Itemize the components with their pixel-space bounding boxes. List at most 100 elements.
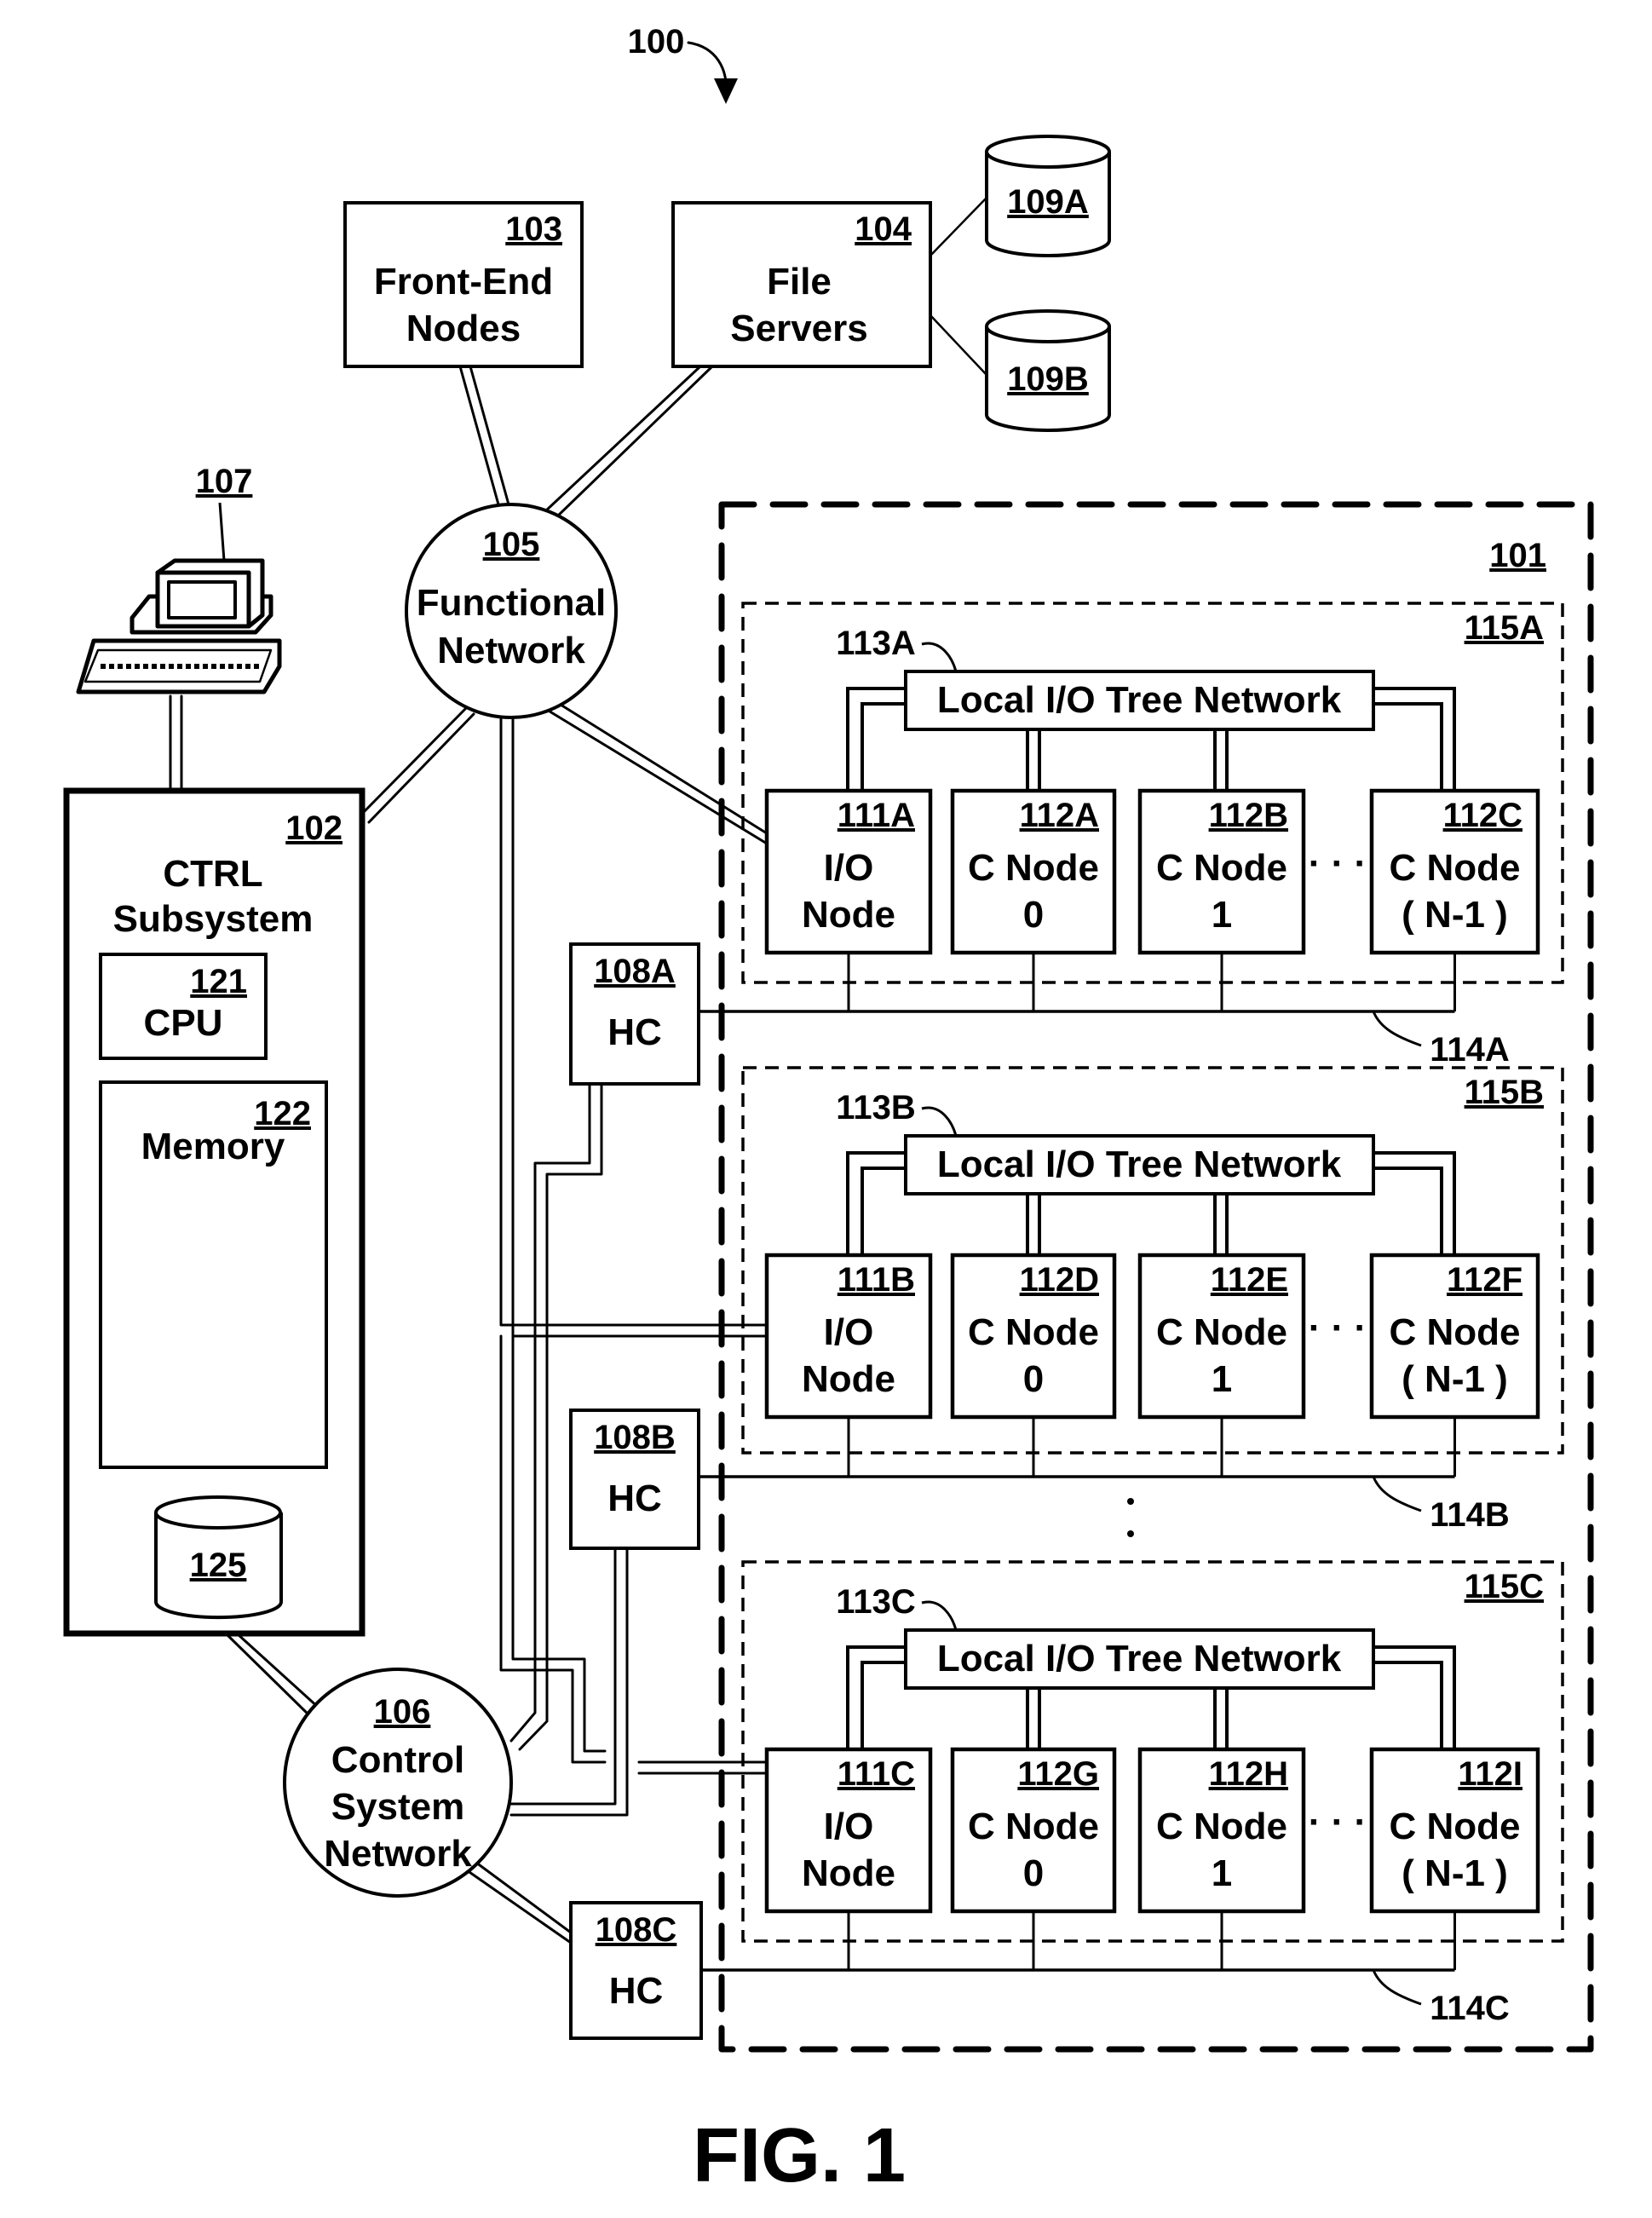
node-label-1: C Node	[1156, 847, 1287, 889]
node-label-1: C Node	[1156, 1311, 1287, 1353]
node-label-1: I/O	[824, 1311, 874, 1353]
node-ref: 111C	[838, 1755, 915, 1793]
compute-blocks: 115A Local I/O Tree Network 113A 111A I/O Nod…	[699, 602, 1564, 2027]
hc-ref: 108A	[594, 953, 676, 990]
hardware-controller-108c: 108C HC	[569, 1901, 703, 2040]
io-node-111c: 111C I/O Node	[764, 1747, 933, 1914]
node-label-2: ( N-1 )	[1402, 1852, 1508, 1894]
node-label-1: C Node	[1156, 1806, 1287, 1847]
continuation-dots	[1127, 1498, 1134, 1537]
compute-node-112g: 112G C Node 0	[950, 1747, 1117, 1914]
bus-ref: 114B	[1430, 1496, 1509, 1534]
ellipsis: · · ·	[1309, 843, 1367, 884]
node-ref: 111A	[838, 797, 915, 834]
node-label-1: C Node	[968, 1311, 1099, 1353]
tree-label: Local I/O Tree Network	[937, 1638, 1342, 1679]
node-label-2: 0	[1023, 1358, 1044, 1400]
node-ref: 112F	[1447, 1261, 1522, 1299]
compute-node-112d: 112D C Node 0	[950, 1253, 1117, 1420]
local-io-tree-network: Local I/O Tree Network	[904, 1628, 1375, 1690]
compute-core-ref: 101	[1489, 537, 1546, 574]
cpu-label: CPU	[144, 1002, 223, 1044]
tree-ref: 113B	[836, 1089, 915, 1126]
hardware-controller-108b: 108B HC	[569, 1409, 700, 1550]
storage-109a-ref: 109A	[1007, 183, 1089, 221]
block-ref: 115B	[1465, 1074, 1544, 1111]
file-servers-label-2: Servers	[730, 308, 867, 349]
system-ref: 100	[628, 23, 685, 60]
local-io-tree-network: Local I/O Tree Network	[904, 670, 1375, 731]
compute-node-112a: 112A C Node 0	[950, 788, 1117, 955]
control-system-network: 106 Control System Network	[283, 1668, 513, 1898]
memory-box: 122 Memory	[99, 1080, 328, 1469]
functional-network-label-2: Network	[437, 630, 585, 671]
front-end-label-2: Nodes	[406, 308, 521, 349]
terminal-ref: 107	[196, 463, 253, 500]
cpu-ref: 121	[190, 963, 247, 1000]
front-end-nodes-box: 103 Front-End Nodes	[343, 201, 584, 368]
tree-ref: 113C	[836, 1583, 915, 1621]
node-label-2: ( N-1 )	[1402, 1358, 1508, 1400]
hardware-controller-108a: 108A HC	[569, 942, 700, 1086]
storage-109b-ref: 109B	[1007, 360, 1089, 398]
node-label-2: 1	[1212, 894, 1232, 936]
node-ref: 111B	[838, 1261, 915, 1299]
compute-node-112h: 112H C Node 1	[1137, 1747, 1306, 1914]
system-diagram: 103 Front-End Nodes 104 File Servers 109…	[63, 23, 1594, 2198]
node-ref: 112D	[1020, 1261, 1099, 1299]
compute-block-115c: 115C Local I/O Tree Network 113C 111C I/O Nod…	[701, 1560, 1564, 2027]
storage-109b: 109B	[985, 309, 1111, 432]
compute-node-112i: 112I C Node ( N-1 )	[1369, 1747, 1540, 1914]
functional-network: 105 Functional Network	[405, 503, 618, 719]
hc-ref: 108C	[596, 1911, 677, 1949]
node-label-2: Node	[802, 894, 895, 936]
node-ref: 112G	[1017, 1755, 1099, 1793]
node-ref: 112A	[1020, 797, 1099, 834]
node-label-1: C Node	[968, 1806, 1099, 1847]
control-network-label-3: Network	[324, 1833, 472, 1875]
control-network-ref: 106	[374, 1693, 431, 1731]
io-node-111a: 111A I/O Node	[764, 788, 933, 955]
front-end-label-1: Front-End	[374, 261, 553, 302]
tree-ref: 113A	[836, 625, 915, 662]
node-label-1: C Node	[1390, 847, 1521, 889]
system-ref-arrow	[687, 41, 738, 104]
compute-node-112e: 112E C Node 1	[1137, 1253, 1306, 1420]
node-ref: 112C	[1443, 797, 1522, 834]
hc-label: HC	[609, 1970, 664, 2012]
block-ref: 115C	[1465, 1568, 1544, 1605]
node-label-2: 0	[1023, 894, 1044, 936]
file-servers-label-1: File	[767, 261, 832, 302]
functional-network-label-1: Functional	[417, 582, 606, 624]
file-servers-ref: 104	[855, 210, 912, 248]
compute-block-115b: 115B Local I/O Tree Network 113B 111B I/O Nod…	[699, 1066, 1564, 1534]
node-label-2: 1	[1212, 1358, 1232, 1400]
node-label-1: C Node	[1390, 1806, 1521, 1847]
node-label-2: ( N-1 )	[1402, 894, 1508, 936]
ellipsis: · · ·	[1309, 1307, 1367, 1349]
node-label-1: C Node	[968, 847, 1099, 889]
ctrl-subsystem-label-2: Subsystem	[113, 898, 314, 940]
node-label-2: 0	[1023, 1852, 1044, 1894]
ctrl-storage-ref: 125	[190, 1547, 247, 1584]
hc-label: HC	[607, 1011, 662, 1053]
control-network-label-2: System	[331, 1786, 465, 1828]
node-ref: 112B	[1209, 797, 1288, 834]
node-label-2: Node	[802, 1852, 895, 1894]
ctrl-storage-125: 125	[154, 1495, 283, 1620]
functional-network-ref: 105	[483, 526, 540, 563]
compute-node-112b: 112B C Node 1	[1137, 788, 1306, 955]
control-network-label-1: Control	[331, 1739, 464, 1781]
node-label-1: C Node	[1390, 1311, 1521, 1353]
storage-109a: 109A	[985, 135, 1111, 257]
cpu-box: 121 CPU	[99, 953, 268, 1060]
computer-terminal-icon: 107	[76, 463, 282, 694]
tree-label: Local I/O Tree Network	[937, 679, 1342, 721]
hc-label: HC	[607, 1478, 662, 1519]
memory-label: Memory	[141, 1126, 285, 1167]
node-ref: 112I	[1458, 1755, 1522, 1793]
compute-block-115a: 115A Local I/O Tree Network 113A 111A I/O Nod…	[699, 602, 1564, 1069]
ellipsis: · · ·	[1309, 1801, 1367, 1843]
node-label-1: I/O	[824, 1806, 874, 1847]
node-label-1: I/O	[824, 847, 874, 889]
